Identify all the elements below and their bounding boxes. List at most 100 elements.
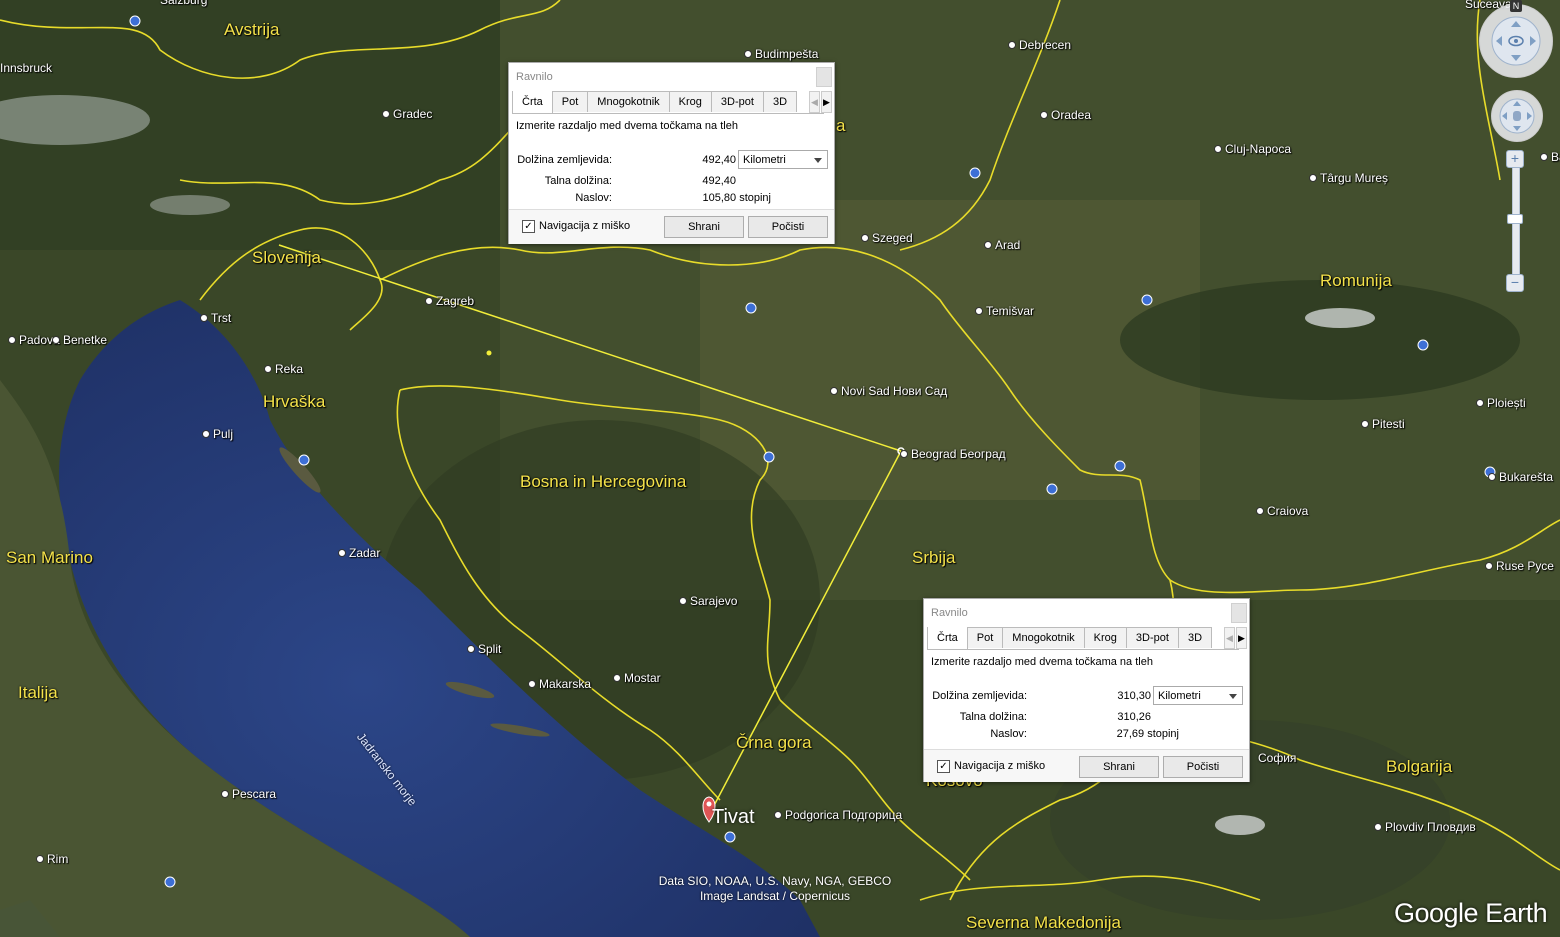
place-label[interactable]: Szeged: [861, 231, 913, 245]
zoom-slider[interactable]: + −: [1506, 150, 1524, 292]
place-marker-icon: [613, 674, 621, 682]
unit-select[interactable]: Kilometri: [1153, 686, 1243, 705]
ruler-title: Ravnilo: [509, 63, 834, 91]
place-label[interactable]: Debrecen: [1008, 38, 1071, 52]
place-label[interactable]: Makarska: [528, 677, 591, 691]
place-label[interactable]: Bukarešta: [1488, 470, 1553, 484]
close-button[interactable]: [816, 67, 832, 87]
place-name: Pitesti: [1372, 417, 1405, 431]
tab-polygon[interactable]: Mnogokotnik: [587, 91, 670, 112]
zoom-thumb[interactable]: [1507, 214, 1523, 224]
place-label[interactable]: Trst: [200, 311, 231, 325]
mouse-nav-label: Navigacija z miško: [539, 220, 631, 232]
place-label[interactable]: Podgorica Подгорица: [774, 808, 902, 822]
tab-3d-path[interactable]: 3D-pot: [1125, 627, 1179, 648]
place-label[interactable]: Reka: [264, 362, 303, 376]
place-label[interactable]: Ruse Русе: [1485, 559, 1554, 573]
tab-circle[interactable]: Krog: [668, 91, 712, 112]
place-label[interactable]: Sarajevo: [679, 594, 737, 608]
tab-line[interactable]: Črta: [927, 627, 968, 649]
clear-button[interactable]: Počisti: [748, 216, 828, 238]
look-joystick[interactable]: [1479, 4, 1553, 78]
place-marker-icon: [1476, 399, 1484, 407]
place-label[interactable]: Arad: [984, 238, 1020, 252]
ground-length-row: Talna dolžina: 310,26: [924, 711, 1249, 727]
close-button[interactable]: [1231, 603, 1247, 623]
zoom-in-icon[interactable]: +: [1506, 150, 1524, 168]
place-label[interactable]: Salzburg: [160, 0, 207, 7]
place-marker-icon: [52, 336, 60, 344]
place-label[interactable]: Budimpešta: [744, 47, 818, 61]
place-label[interactable]: Pescara: [221, 787, 276, 801]
chevron-down-icon: [814, 158, 822, 163]
tab-3d-polygon[interactable]: 3D: [762, 91, 798, 112]
place-label[interactable]: Oradea: [1040, 108, 1091, 122]
map-length-row: Dolžina zemljevida: 310,30 Kilometri: [924, 686, 1249, 706]
tab-scroll-left-icon[interactable]: ◀: [1224, 627, 1235, 649]
tab-line[interactable]: Črta: [512, 91, 553, 113]
place-marker-icon: [861, 234, 869, 242]
move-joystick[interactable]: [1491, 90, 1543, 142]
place-label[interactable]: Benetke: [52, 333, 107, 347]
navigation-controls: N + −: [1477, 0, 1557, 300]
tab-polygon[interactable]: Mnogokotnik: [1002, 627, 1085, 648]
place-label[interactable]: Pulj: [202, 427, 233, 441]
place-name: Bukarešta: [1499, 470, 1554, 484]
tab-path[interactable]: Pot: [966, 627, 1004, 648]
place-name: Debrecen: [1019, 38, 1072, 52]
place-label[interactable]: Ploiești: [1476, 396, 1526, 410]
clear-button[interactable]: Počisti: [1163, 756, 1243, 778]
place-label[interactable]: Pitesti: [1361, 417, 1405, 431]
place-marker-icon: [200, 314, 208, 322]
place-marker-icon: [1256, 507, 1264, 515]
place-name: Budimpešta: [755, 47, 819, 61]
place-name: Makarska: [539, 677, 592, 691]
place-label[interactable]: Temišvar: [975, 304, 1034, 318]
zoom-out-icon[interactable]: −: [1506, 274, 1524, 292]
country-label: Srbija: [912, 548, 956, 567]
place-marker-icon: [679, 597, 687, 605]
place-name: Podgorica Подгорица: [785, 808, 903, 822]
ruler-dialog-top: Ravnilo Črta Pot Mnogokotnik Krog 3D-pot…: [508, 62, 835, 244]
place-marker-icon: [975, 307, 983, 315]
hand-icon: [1499, 98, 1535, 134]
place-name: Benetke: [63, 333, 108, 347]
place-name: Temišvar: [986, 304, 1035, 318]
tab-circle[interactable]: Krog: [1083, 627, 1127, 648]
place-label[interactable]: Mostar: [613, 671, 661, 685]
mouse-nav-checkbox[interactable]: ✓: [937, 760, 950, 773]
place-label[interactable]: Gradec: [382, 107, 432, 121]
place-label[interactable]: Cluj-Napoca: [1214, 142, 1291, 156]
mouse-nav-checkbox[interactable]: ✓: [522, 220, 535, 233]
save-button[interactable]: Shrani: [664, 216, 744, 238]
place-name: Beograd Београд: [911, 447, 1006, 461]
tab-scroll-right-icon[interactable]: ▶: [1236, 627, 1247, 649]
tab-path[interactable]: Pot: [551, 91, 589, 112]
tab-3d-polygon[interactable]: 3D: [1177, 627, 1213, 648]
place-label[interactable]: Craiova: [1256, 504, 1308, 518]
place-label[interactable]: София: [1258, 751, 1296, 765]
place-name: Reka: [275, 362, 304, 376]
heading-value: 27,69 stopinj: [1116, 728, 1179, 740]
tab-3d-path[interactable]: 3D-pot: [710, 91, 764, 112]
place-label[interactable]: Innsbruck: [0, 61, 52, 75]
unit-select[interactable]: Kilometri: [738, 150, 828, 169]
place-name: Trst: [211, 311, 232, 325]
place-label[interactable]: Zagreb: [425, 294, 474, 308]
place-label[interactable]: Târgu Mureș: [1309, 171, 1388, 185]
tab-scroll-left-icon[interactable]: ◀: [809, 91, 820, 113]
tab-scroll-right-icon[interactable]: ▶: [821, 91, 832, 113]
place-label[interactable]: Split: [467, 642, 501, 656]
north-indicator[interactable]: N: [1510, 0, 1522, 12]
place-label[interactable]: Beograd Београд: [900, 447, 1006, 461]
place-name: Rim: [47, 852, 69, 866]
ruler-title-text: Ravnilo: [931, 607, 968, 619]
place-label[interactable]: Rim: [36, 852, 68, 866]
place-label[interactable]: Novi Sad Нови Сад: [830, 384, 947, 398]
save-button[interactable]: Shrani: [1079, 756, 1159, 778]
place-label[interactable]: Zadar: [338, 546, 380, 560]
place-label[interactable]: Plovdiv Пловдив: [1374, 820, 1476, 834]
tab-scroll: ◀ ▶: [1224, 627, 1247, 649]
place-name: Mostar: [624, 671, 661, 685]
place-marker-icon: [1008, 41, 1016, 49]
